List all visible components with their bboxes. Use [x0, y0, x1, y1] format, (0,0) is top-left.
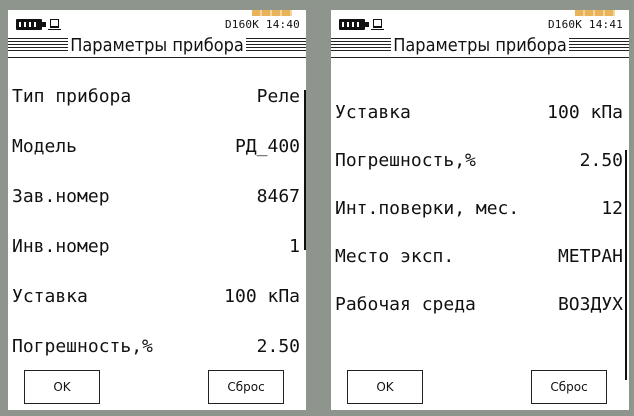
param-row-inventory-number[interactable]: Инв.номер 1 — [8, 222, 306, 272]
param-label: Рабочая среда — [335, 294, 476, 315]
title-stripes-left — [331, 38, 392, 52]
param-value: РД_400 — [234, 136, 300, 157]
param-row-setpoint[interactable]: Уставка 100 кПа — [331, 88, 629, 136]
indicator-strip — [252, 10, 292, 16]
scrollbar[interactable] — [625, 150, 627, 380]
param-value: 12 — [601, 198, 623, 219]
reset-button[interactable]: Сброс — [531, 370, 607, 404]
param-list: Тип прибора Реле Модель РД_400 Зав.номер… — [8, 72, 306, 372]
param-label: Зав.номер — [12, 186, 110, 207]
param-label: Уставка — [12, 286, 88, 307]
indicator-strip — [575, 10, 615, 16]
param-value: 2.50 — [256, 336, 300, 357]
title-underline — [331, 57, 629, 58]
param-value: 100 кПа — [224, 286, 300, 307]
param-label: Погрешность,% — [12, 336, 153, 357]
param-label: Погрешность,% — [335, 150, 476, 171]
page-title: Параметры прибора — [8, 34, 306, 58]
param-value: ВОЗДУХ — [557, 294, 623, 315]
ok-button[interactable]: OK — [24, 370, 100, 404]
param-row-accuracy[interactable]: Погрешность,% 2.50 — [331, 136, 629, 184]
param-label: Инв.номер — [12, 236, 110, 257]
param-label: Тип прибора — [12, 86, 132, 107]
ok-button[interactable]: OK — [347, 370, 423, 404]
param-label: Инт.поверки, мес. — [335, 198, 520, 219]
param-row-location[interactable]: Место эксп. МЕТРАН — [331, 232, 629, 280]
title-stripes-left — [8, 38, 69, 52]
param-value: МЕТРАН — [557, 246, 623, 267]
battery-icon — [16, 19, 46, 30]
title-stripes-right — [245, 38, 306, 52]
storage-icon — [48, 19, 61, 30]
param-row-verification-interval[interactable]: Инт.поверки, мес. 12 — [331, 184, 629, 232]
title-text: Параметры прибора — [68, 34, 246, 56]
status-text: D160K 14:40 — [224, 18, 300, 31]
param-row-accuracy[interactable]: Погрешность,% 2.50 — [8, 322, 306, 372]
param-value: 100 кПа — [547, 102, 623, 123]
device-screen-left: D160K 14:40 Параметры прибора Тип прибор… — [8, 10, 306, 410]
status-text: D160K 14:41 — [547, 18, 623, 31]
param-value: 1 — [289, 236, 300, 257]
status-bar: D160K 14:41 — [331, 18, 629, 32]
param-row-model[interactable]: Модель РД_400 — [8, 122, 306, 172]
param-row-device-type[interactable]: Тип прибора Реле — [8, 72, 306, 122]
title-stripes-right — [568, 38, 629, 52]
scrollbar[interactable] — [304, 90, 306, 250]
param-value: 2.50 — [579, 150, 623, 171]
reset-button[interactable]: Сброс — [208, 370, 284, 404]
param-value: Реле — [256, 86, 300, 107]
param-label: Место эксп. — [335, 246, 455, 267]
param-list: Уставка 100 кПа Погрешность,% 2.50 Инт.п… — [331, 88, 629, 328]
param-row-setpoint[interactable]: Уставка 100 кПа — [8, 272, 306, 322]
param-label: Модель — [12, 136, 78, 157]
title-underline — [8, 57, 306, 58]
title-text: Параметры прибора — [391, 34, 569, 56]
storage-icon — [371, 19, 384, 30]
param-value: 8467 — [256, 186, 300, 207]
param-row-serial-number[interactable]: Зав.номер 8467 — [8, 172, 306, 222]
battery-icon — [339, 19, 369, 30]
device-screen-right: D160K 14:41 Параметры прибора Уставка 10… — [331, 10, 629, 410]
param-label: Уставка — [335, 102, 411, 123]
status-bar: D160K 14:40 — [8, 18, 306, 32]
param-row-working-medium[interactable]: Рабочая среда ВОЗДУХ — [331, 280, 629, 328]
page-title: Параметры прибора — [331, 34, 629, 58]
